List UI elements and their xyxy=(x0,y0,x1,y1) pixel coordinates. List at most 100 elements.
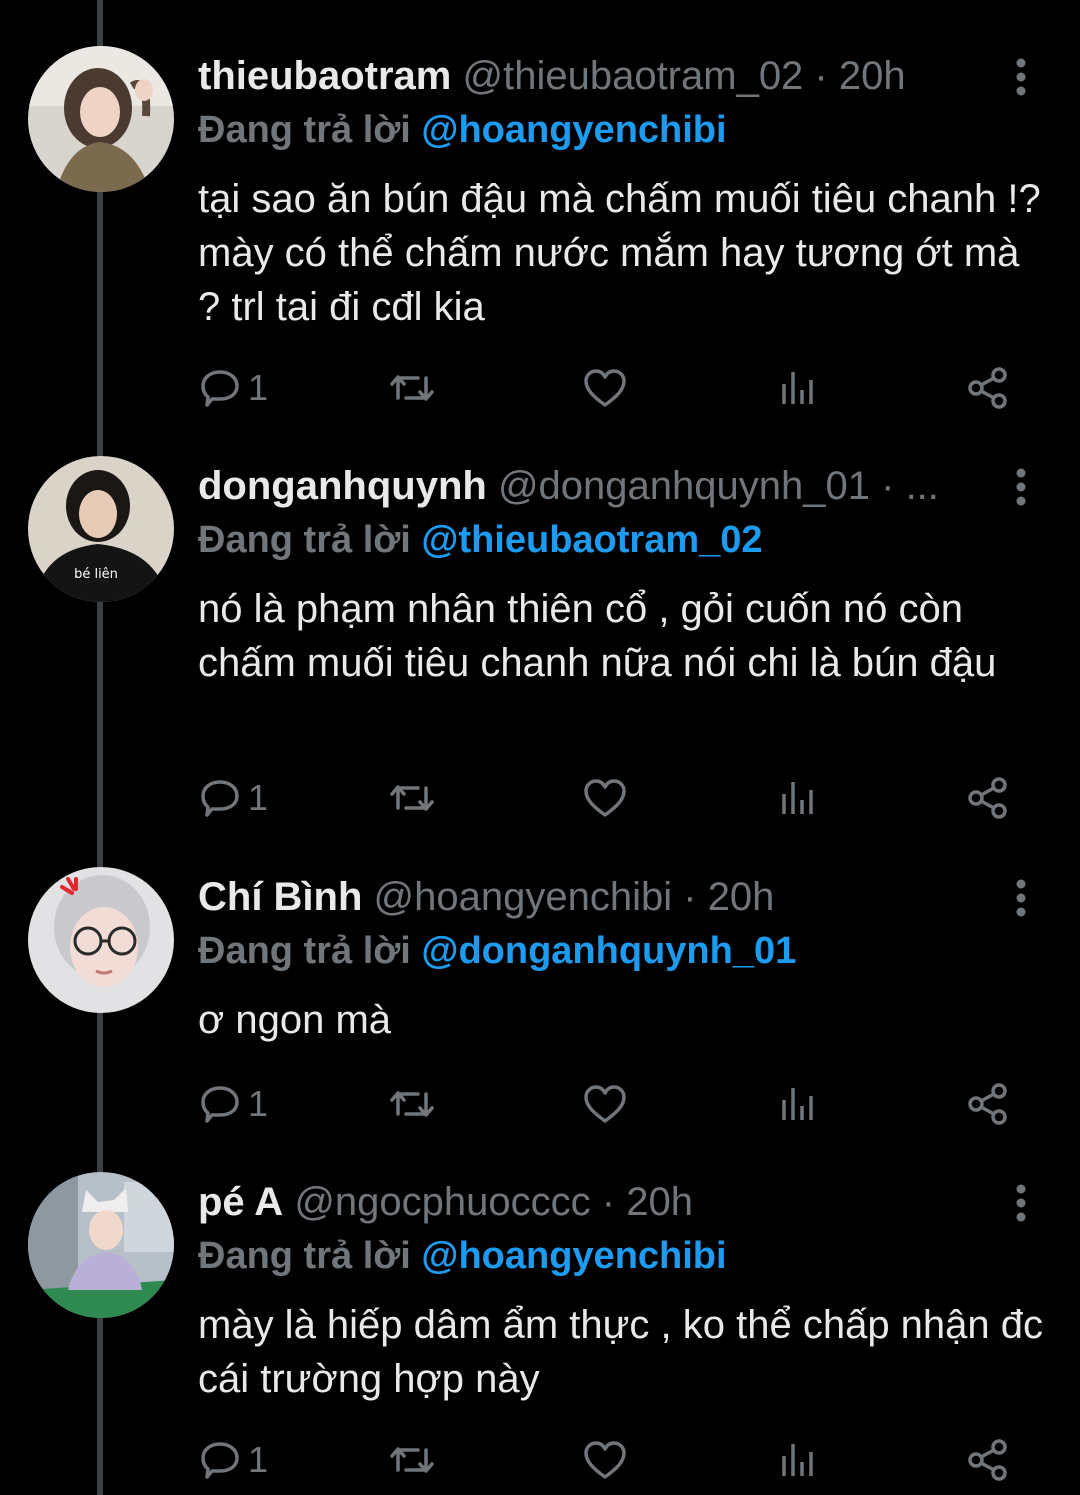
share-button[interactable] xyxy=(966,1074,1010,1134)
vertical-dots-icon xyxy=(1016,468,1026,506)
reply-button[interactable]: 1 xyxy=(198,1074,268,1134)
retweet-button[interactable] xyxy=(388,1074,436,1134)
user-handle[interactable]: @thieubaotram_02 xyxy=(462,54,803,98)
bar-chart-icon xyxy=(782,782,813,814)
action-bar: 1 xyxy=(198,1074,1028,1134)
tweet-text: nó là phạm nhân thiên cổ , gỏi cuốn nó c… xyxy=(198,587,997,685)
retweet-icon xyxy=(390,785,434,811)
display-name[interactable]: thieubaotram xyxy=(198,54,451,98)
more-options-button[interactable] xyxy=(1004,875,1038,921)
action-bar: 1 xyxy=(198,768,1028,828)
reply-tweet[interactable]: pé A @ngocphuocccc · 20h Đang trả lời @h… xyxy=(0,1126,1080,1495)
reply-tweet[interactable]: bé liên donganhquynh @donganhquynh_01 · … xyxy=(0,410,1080,850)
retweet-button[interactable] xyxy=(388,768,436,828)
replying-to-label: Đang trả lời xyxy=(198,109,422,151)
reply-button[interactable]: 1 xyxy=(198,1430,268,1490)
reply-tweet[interactable]: Chí Bình @hoangyenchibi · 20h Đang trả l… xyxy=(0,821,1080,1151)
tweet-text: ơ ngon mà xyxy=(198,998,392,1042)
meta-separator: · xyxy=(870,464,906,508)
views-button[interactable] xyxy=(776,768,820,828)
retweet-icon xyxy=(390,1091,434,1117)
more-options-button[interactable] xyxy=(1004,464,1038,510)
tweet-header: pé A @ngocphuocccc · 20h xyxy=(198,1176,988,1228)
display-name[interactable]: donganhquynh xyxy=(198,464,487,508)
user-handle[interactable]: @ngocphuocccc xyxy=(294,1180,590,1224)
share-button[interactable] xyxy=(966,768,1010,828)
replying-to-handle[interactable]: @thieubaotram_02 xyxy=(421,519,762,561)
share-icon xyxy=(968,367,1007,409)
replying-to-label: Đang trả lời xyxy=(198,930,422,972)
avatar-shirt-text: bé liên xyxy=(74,567,118,582)
heart-icon xyxy=(584,1441,626,1479)
bar-chart-icon xyxy=(782,1088,813,1120)
user-handle[interactable]: @donganhquynh_01 xyxy=(498,464,870,508)
retweet-button[interactable] xyxy=(388,358,436,418)
replying-to-handle[interactable]: @hoangyenchibi xyxy=(421,109,726,151)
avatar[interactable] xyxy=(28,1172,174,1318)
action-bar: 1 xyxy=(198,358,1028,418)
reply-count: 1 xyxy=(248,1083,269,1124)
speech-bubble-icon xyxy=(201,370,239,407)
bar-chart-icon xyxy=(782,372,813,404)
tweet-header: thieubaotram @thieubaotram_02 · 20h xyxy=(198,50,988,102)
views-button[interactable] xyxy=(776,1430,820,1490)
speech-bubble-icon xyxy=(201,1442,239,1479)
vertical-dots-icon xyxy=(1016,1184,1026,1222)
reply-button[interactable]: 1 xyxy=(198,768,268,828)
replying-to-line: Đang trả lời @donganhquynh_01 xyxy=(198,925,796,977)
share-button[interactable] xyxy=(966,1430,1010,1490)
tweet-header: donganhquynh @donganhquynh_01 · ... xyxy=(198,460,988,512)
avatar[interactable] xyxy=(28,867,174,1013)
meta-separator: · xyxy=(803,54,839,98)
share-icon xyxy=(968,1439,1007,1481)
more-options-button[interactable] xyxy=(1004,54,1038,100)
like-button[interactable] xyxy=(582,768,628,828)
more-options-button[interactable] xyxy=(1004,1180,1038,1226)
replying-to-handle[interactable]: @hoangyenchibi xyxy=(421,1235,726,1277)
reply-tweet[interactable]: thieubaotram @thieubaotram_02 · 20h Đang… xyxy=(0,0,1080,440)
action-bar: 1 xyxy=(198,1430,1028,1490)
timestamp[interactable]: ... xyxy=(906,464,939,508)
user-handle[interactable]: @hoangyenchibi xyxy=(374,875,673,919)
tweet-header: Chí Bình @hoangyenchibi · 20h xyxy=(198,871,988,923)
speech-bubble-icon xyxy=(201,1086,239,1123)
display-name[interactable]: pé A xyxy=(198,1180,283,1224)
avatar[interactable] xyxy=(28,46,174,192)
like-button[interactable] xyxy=(582,1430,628,1490)
tweet-text: mày là hiếp dâm ẩm thực , ko thể chấp nh… xyxy=(198,1303,1044,1401)
like-button[interactable] xyxy=(582,358,628,418)
replying-to-line: Đang trả lời @hoangyenchibi xyxy=(198,1230,727,1282)
reply-count: 1 xyxy=(248,777,269,818)
replying-to-label: Đang trả lời xyxy=(198,519,422,561)
display-name[interactable]: Chí Bình xyxy=(198,875,362,919)
replying-to-label: Đang trả lời xyxy=(198,1235,422,1277)
meta-separator: · xyxy=(672,875,708,919)
share-icon xyxy=(968,1083,1007,1125)
avatar[interactable]: bé liên xyxy=(28,456,174,602)
meta-separator: · xyxy=(590,1180,627,1224)
retweet-icon xyxy=(390,375,434,401)
bar-chart-icon xyxy=(782,1444,813,1476)
vertical-dots-icon xyxy=(1016,58,1026,96)
tweet-text: tại sao ăn bún đậu mà chấm muối tiêu cha… xyxy=(198,177,1041,329)
retweet-button[interactable] xyxy=(388,1430,436,1490)
reply-count: 1 xyxy=(248,367,269,408)
share-button[interactable] xyxy=(966,358,1010,418)
replying-to-line: Đang trả lời @hoangyenchibi xyxy=(198,104,727,156)
heart-icon xyxy=(584,1085,626,1123)
retweet-icon xyxy=(390,1447,434,1473)
replying-to-line: Đang trả lời @thieubaotram_02 xyxy=(198,514,763,566)
views-button[interactable] xyxy=(776,358,820,418)
reply-button[interactable]: 1 xyxy=(198,358,268,418)
share-icon xyxy=(968,777,1007,819)
vertical-dots-icon xyxy=(1016,879,1026,917)
like-button[interactable] xyxy=(582,1074,628,1134)
speech-bubble-icon xyxy=(201,780,239,817)
heart-icon xyxy=(584,779,626,817)
heart-icon xyxy=(584,369,626,407)
timestamp[interactable]: 20h xyxy=(839,54,906,98)
replying-to-handle[interactable]: @donganhquynh_01 xyxy=(421,930,796,972)
views-button[interactable] xyxy=(776,1074,820,1134)
timestamp[interactable]: 20h xyxy=(708,875,775,919)
timestamp[interactable]: 20h xyxy=(626,1180,693,1224)
